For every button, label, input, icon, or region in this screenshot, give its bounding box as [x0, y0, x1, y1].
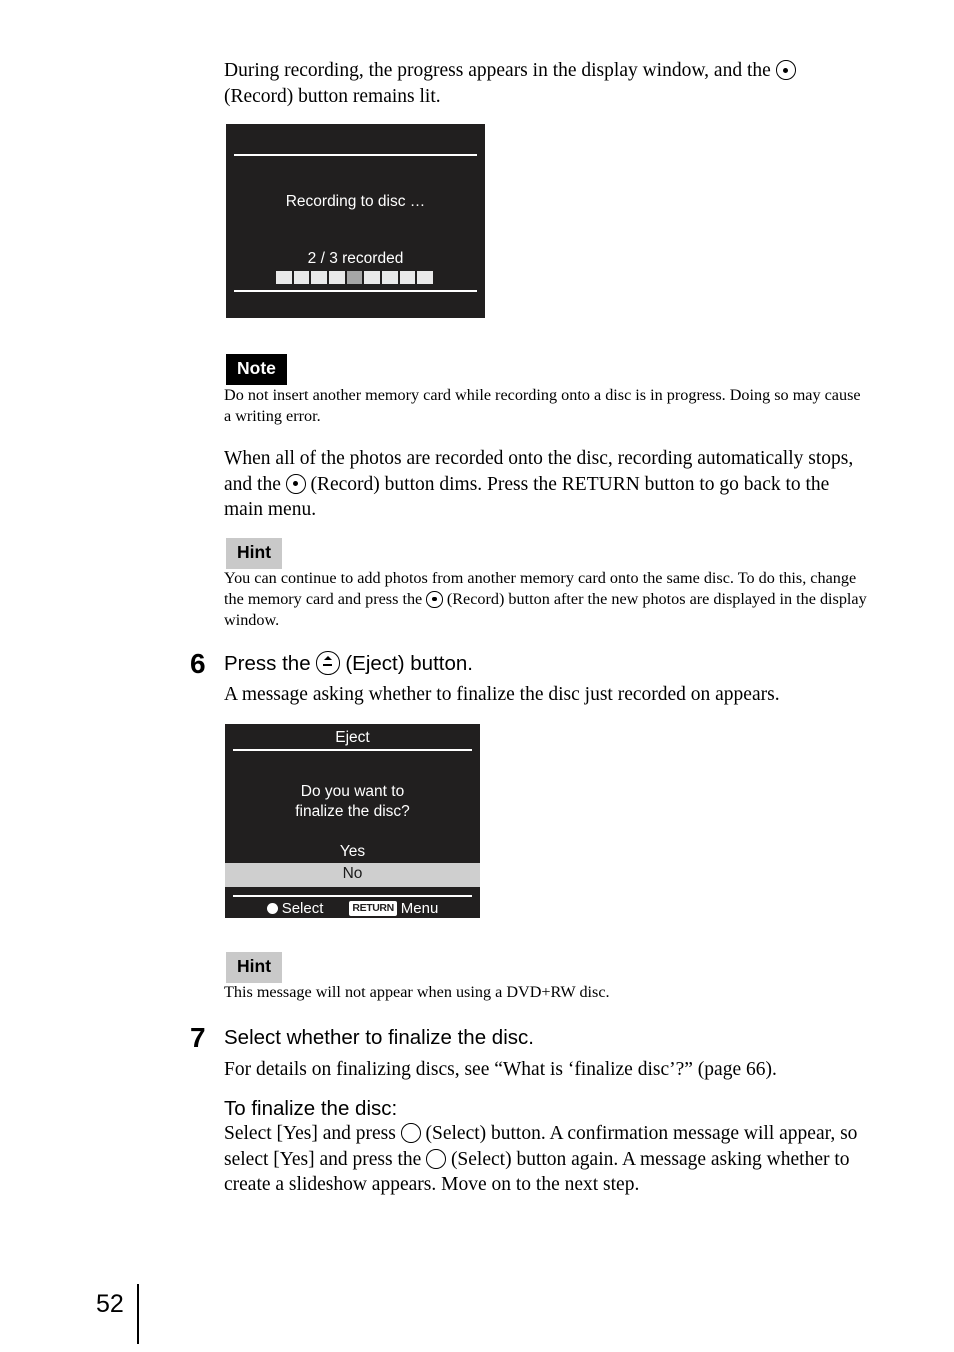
footer-select-label: Select	[281, 900, 324, 917]
step-6-heading-part1: Press the	[224, 652, 317, 675]
auto-stop-paragraph: When all of the photos are recorded onto…	[224, 446, 864, 523]
eject-screen-footer: Select RETURN Menu	[225, 899, 480, 918]
hint-badge-2: Hint	[226, 952, 283, 983]
recording-display-window: Recording to disc … 2 / 3 recorded	[226, 124, 485, 318]
eject-option-yes[interactable]: Yes	[225, 841, 480, 864]
recording-status-text: Recording to disc …	[285, 193, 426, 210]
hint-badge-1: Hint	[226, 538, 283, 569]
note-badge: Note	[226, 354, 287, 385]
return-key-icon: RETURN	[349, 900, 397, 917]
record-icon	[775, 60, 796, 81]
intro-line2-text: (Record) button remains lit.	[224, 85, 441, 107]
progress-segment	[417, 271, 434, 284]
step-6-heading-part2: (Eject) button.	[339, 652, 473, 675]
recording-progress-label: 2 / 3 recorded	[307, 250, 404, 267]
eject-display-window: Eject Do you want to finalize the disc? …	[225, 724, 480, 918]
step-7-heading: Select whether to finalize the disc.	[224, 1026, 534, 1049]
page-number: 52	[96, 1290, 124, 1318]
progress-segment	[311, 271, 328, 284]
select-icon	[426, 1149, 447, 1169]
step-7-body: For details on finalizing discs, see “Wh…	[224, 1059, 777, 1080]
progress-segment	[329, 271, 345, 284]
step-6-body: A message asking whether to finalize the…	[224, 684, 780, 705]
note-text: Do not insert another memory card while …	[224, 386, 861, 425]
step-7-subheading: To finalize the disc:	[224, 1097, 398, 1120]
auto-stop-text-part2: (Record) button dims. Press the RETURN b…	[224, 473, 830, 521]
footer-select-action: Select	[266, 900, 324, 917]
footer-menu-action: RETURN Menu	[349, 900, 438, 917]
page-footer-rule	[137, 1284, 139, 1344]
progress-segment	[346, 271, 363, 284]
progress-segment	[399, 271, 416, 284]
filled-circle-icon	[266, 903, 278, 914]
eject-icon	[316, 651, 340, 675]
eject-option-no[interactable]: No	[225, 863, 480, 887]
progress-segment	[382, 271, 398, 284]
progress-segment	[276, 271, 292, 284]
eject-message-line-2: finalize the disc?	[295, 803, 410, 820]
eject-message-line-1: Do you want to	[300, 783, 405, 800]
step-7-detail-part1: Select [Yes] and press	[224, 1123, 401, 1144]
progress-segment	[293, 271, 310, 284]
step-7-detail: Select [Yes] and press (Select) button. …	[224, 1121, 872, 1198]
eject-screen-title: Eject	[335, 729, 370, 746]
intro-line1-text: During recording, the progress appears i…	[224, 60, 776, 81]
hint-text-1: You can continue to add photos from anot…	[224, 568, 872, 631]
manual-page: During recording, the progress appears i…	[0, 0, 954, 1352]
eject-screen-bottom-rule	[233, 895, 472, 897]
record-icon	[285, 474, 306, 494]
recording-progress-bar	[276, 271, 434, 284]
intro-paragraph: During recording, the progress appears i…	[224, 58, 876, 109]
recording-screen-top-rule	[234, 154, 477, 156]
record-icon	[426, 591, 443, 608]
recording-screen-bottom-rule	[234, 290, 477, 292]
step-6-heading: Press the (Eject) button.	[224, 650, 874, 677]
hint-text-2: This message will not appear when using …	[224, 983, 610, 1001]
step-6-number: 6	[190, 648, 206, 679]
select-icon	[400, 1123, 421, 1144]
step-7-number: 7	[190, 1022, 206, 1053]
footer-menu-label: Menu	[400, 900, 439, 917]
eject-screen-top-rule	[233, 749, 472, 751]
progress-segment	[364, 271, 381, 284]
